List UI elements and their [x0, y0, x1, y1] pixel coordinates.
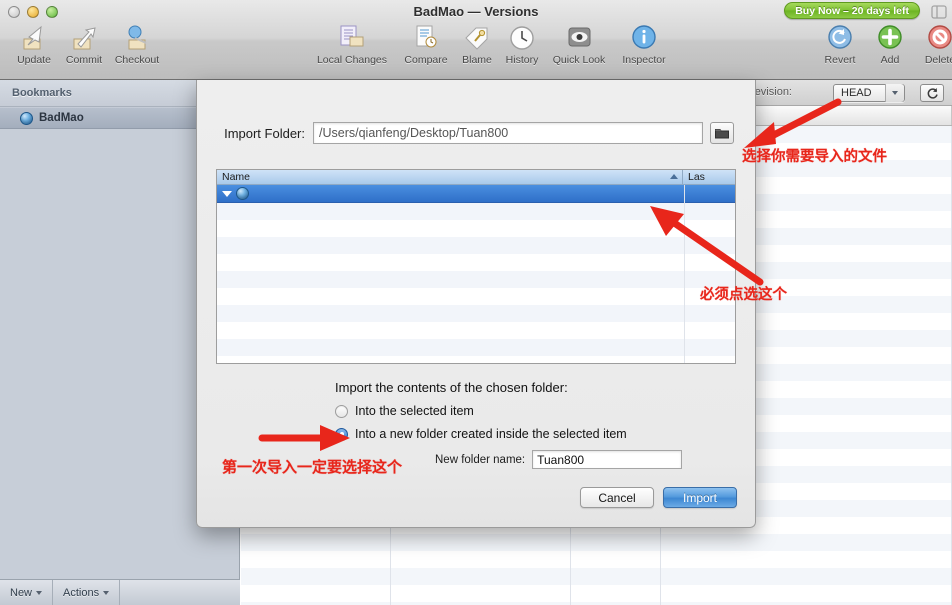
quick-look-icon — [563, 22, 595, 52]
toolbar-label: Compare — [404, 54, 448, 66]
delete-icon — [925, 22, 952, 52]
annotation-text-must-click: 必须点选这个 — [700, 287, 787, 303]
window-toolbar: BadMao — Versions Buy Now – 20 days left… — [0, 0, 952, 80]
file-list-row[interactable] — [217, 220, 735, 237]
chevron-down-icon — [36, 590, 43, 595]
browse-folder-button[interactable] — [710, 122, 734, 144]
import-folder-label: Import Folder: — [224, 125, 305, 141]
file-list-row[interactable] — [217, 356, 735, 363]
toolbar-items: Update Commit Checkout Local Changes Com… — [0, 22, 952, 74]
toolbar-label: Add — [880, 54, 900, 66]
sort-ascending-icon — [670, 174, 678, 179]
refresh-button[interactable] — [920, 84, 944, 102]
toolbar-label: Checkout — [114, 54, 160, 66]
file-column-header-name[interactable]: Name — [217, 170, 683, 184]
chevron-down-icon — [103, 590, 110, 595]
actions-button[interactable]: Actions — [53, 580, 121, 605]
globe-icon — [236, 187, 249, 200]
toolbar-button-delete[interactable]: Delete — [906, 22, 952, 66]
cancel-button[interactable]: Cancel — [580, 487, 654, 508]
add-icon — [875, 22, 905, 52]
toolbar-button-quick-look[interactable]: Quick Look — [545, 22, 613, 66]
toolbar-label: Commit — [65, 54, 103, 66]
file-list-row[interactable] — [217, 339, 735, 356]
actions-button-label: Actions — [63, 586, 100, 599]
radio-button[interactable] — [335, 427, 348, 441]
toolbar-toggle-icon[interactable] — [930, 4, 948, 20]
application-window: BadMao — Versions Buy Now – 20 days left… — [0, 0, 952, 605]
buy-now-button[interactable]: Buy Now – 20 days left — [784, 2, 920, 19]
radio-option-selected-item[interactable]: Into the selected item — [335, 404, 757, 418]
revision-value: HEAD — [841, 87, 872, 99]
revert-icon — [825, 22, 855, 52]
file-list-row[interactable] — [217, 305, 735, 322]
import-folder-path-field[interactable]: /Users/qianfeng/Desktop/Tuan800 — [313, 122, 703, 144]
toolbar-label: Revert — [824, 54, 856, 66]
file-list-row[interactable] — [217, 271, 735, 288]
new-folder-name-input[interactable]: Tuan800 — [532, 450, 683, 469]
toolbar-button-local-changes[interactable]: Local Changes — [316, 22, 388, 66]
folder-file-list: Name Las — [216, 169, 736, 364]
commit-icon — [69, 22, 99, 52]
import-button[interactable]: Import — [663, 487, 737, 508]
sheet-buttons: Cancel Import — [580, 487, 737, 508]
local-changes-icon — [336, 22, 368, 52]
annotation-text-select-files: 选择你需要导入的文件 — [742, 149, 887, 165]
folder-icon — [715, 129, 729, 139]
file-list-row-selected[interactable] — [217, 185, 735, 203]
import-options-title: Import the contents of the chosen folder… — [335, 380, 568, 395]
history-icon — [507, 22, 537, 52]
update-icon — [19, 22, 49, 52]
toolbar-label: Quick Look — [552, 54, 606, 66]
file-list-row[interactable] — [217, 203, 735, 220]
toolbar-button-checkout[interactable]: Checkout — [103, 22, 171, 66]
table-row[interactable] — [241, 551, 952, 568]
sidebar-bottom-bar: New Actions — [0, 579, 240, 605]
chevron-down-icon — [885, 84, 904, 102]
table-row[interactable] — [241, 585, 952, 602]
new-button-label: New — [10, 586, 33, 599]
new-folder-name-label: New folder name: — [435, 453, 526, 466]
toolbar-label: Inspector — [622, 54, 666, 66]
file-list-row[interactable] — [217, 254, 735, 271]
toolbar-label: Delete — [924, 54, 952, 66]
new-button[interactable]: New — [0, 580, 54, 605]
radio-label: Into the selected item — [355, 404, 474, 418]
file-list-column-divider — [684, 185, 685, 363]
inspector-icon — [629, 22, 659, 52]
disclosure-triangle-icon[interactable] — [222, 190, 232, 197]
new-folder-name-row: New folder name: Tuan800 — [435, 450, 757, 469]
file-list-header: Name Las — [217, 170, 735, 185]
radio-button[interactable] — [335, 404, 348, 418]
checkout-icon — [122, 22, 152, 52]
radio-option-new-folder[interactable]: Into a new folder created inside the sel… — [335, 427, 757, 441]
compare-icon — [411, 22, 441, 52]
sidebar-item-label: BadMao — [39, 112, 84, 124]
toolbar-label: History — [505, 54, 539, 66]
toolbar-label: Update — [17, 54, 51, 66]
file-list-row[interactable] — [217, 237, 735, 254]
radio-label: Into a new folder created inside the sel… — [355, 427, 627, 441]
table-row[interactable] — [241, 534, 952, 551]
file-column-header-last-modified[interactable]: Las — [683, 170, 735, 184]
annotation-text-first-import: 第一次导入一定要选择这个 — [222, 458, 403, 476]
toolbar-label: Local Changes — [316, 54, 388, 66]
table-row[interactable] — [241, 568, 952, 585]
file-list-row[interactable] — [217, 288, 735, 305]
import-folder-row: Import Folder: /Users/qianfeng/Desktop/T… — [197, 122, 757, 144]
globe-icon — [20, 111, 33, 125]
file-list-row[interactable] — [217, 322, 735, 339]
toolbar-button-inspector[interactable]: Inspector — [610, 22, 678, 66]
revision-select[interactable]: HEAD — [833, 84, 905, 102]
